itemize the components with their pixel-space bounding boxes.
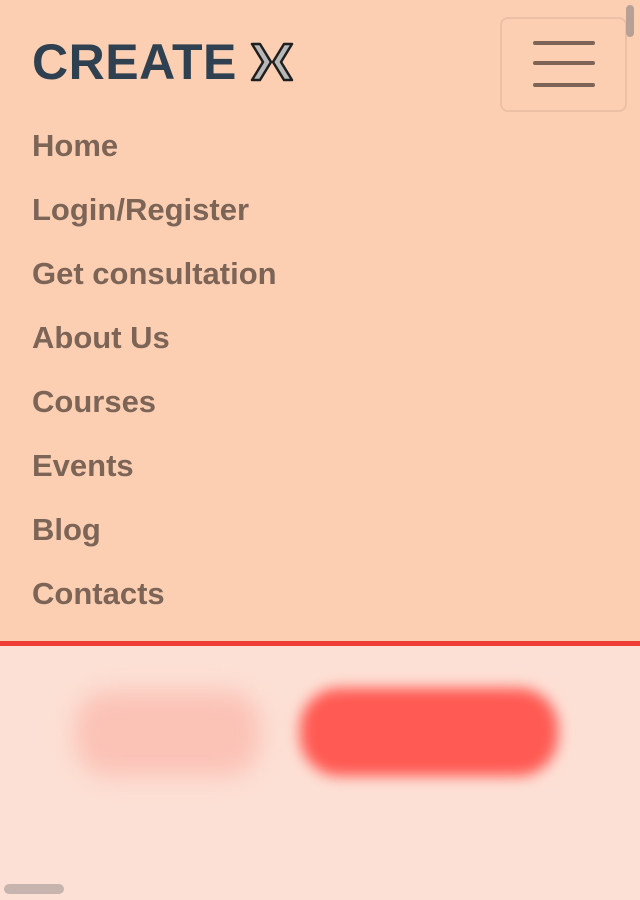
x-mark-icon — [249, 40, 295, 84]
logo-text: CREATE — [32, 34, 237, 90]
hamburger-icon-bar — [533, 83, 595, 87]
hamburger-icon — [533, 41, 595, 45]
nav-item-login-register[interactable]: Login/Register — [32, 178, 277, 242]
nav-item-contacts[interactable]: Contacts — [32, 562, 277, 626]
nav-item-courses[interactable]: Courses — [32, 370, 277, 434]
vertical-scrollbar[interactable] — [626, 5, 634, 37]
secondary-button-blurred[interactable] — [75, 691, 260, 776]
nav-item-about-us[interactable]: About Us — [32, 306, 277, 370]
brand-logo[interactable]: CREATE — [32, 34, 295, 90]
horizontal-scrollbar[interactable] — [4, 884, 64, 894]
blurred-page-content — [0, 646, 640, 900]
nav-menu: Home Login/Register Get consultation Abo… — [32, 114, 277, 626]
nav-item-events[interactable]: Events — [32, 434, 277, 498]
nav-item-blog[interactable]: Blog — [32, 498, 277, 562]
menu-toggle-button[interactable] — [500, 17, 627, 112]
hamburger-icon-bar — [533, 61, 595, 65]
primary-button-blurred[interactable] — [300, 688, 558, 776]
nav-item-get-consultation[interactable]: Get consultation — [32, 242, 277, 306]
mobile-nav-panel: CREATE Home Login/Register Get consultat… — [0, 0, 640, 641]
nav-item-home[interactable]: Home — [32, 114, 277, 178]
